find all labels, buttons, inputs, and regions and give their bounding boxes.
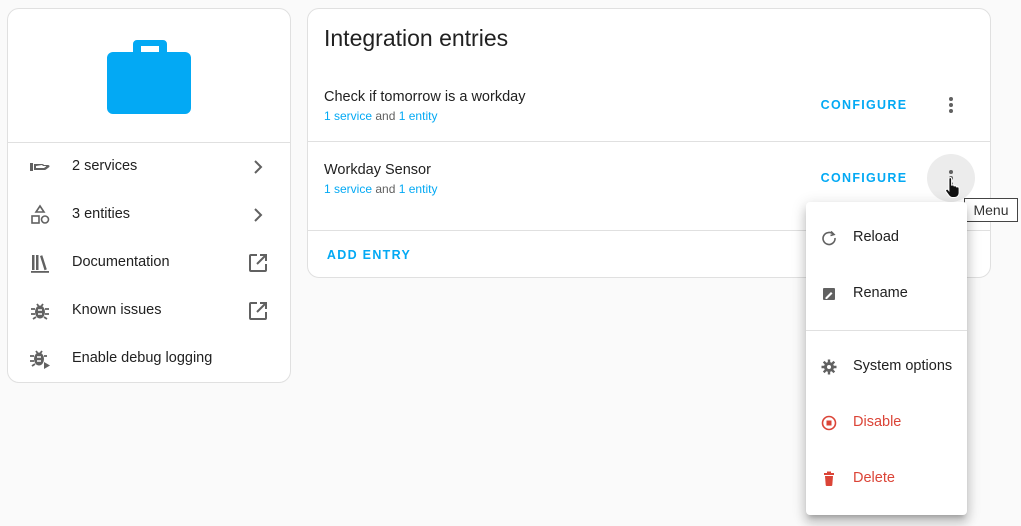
and-text: and — [375, 182, 396, 196]
gear-icon — [820, 358, 838, 376]
integration-info-card: 2 services 3 entities Documentation Know… — [7, 8, 291, 383]
integration-logo — [8, 9, 290, 142]
menu-divider — [806, 330, 967, 331]
entry-meta: 1 service and 1 entity — [324, 109, 437, 123]
known-issues-label: Known issues — [72, 302, 162, 318]
chevron-right-icon — [246, 203, 270, 227]
services-link[interactable]: 2 services — [8, 143, 290, 191]
and-text: and — [375, 109, 396, 123]
menu-tooltip: Menu — [964, 198, 1018, 222]
menu-item-disable[interactable]: Disable — [806, 395, 967, 451]
entry-meta: 1 service and 1 entity — [324, 182, 437, 196]
menu-item-label: Reload — [853, 229, 899, 245]
shapes-icon — [28, 203, 52, 227]
service-link[interactable]: 1 service — [324, 109, 372, 123]
menu-item-label: System options — [853, 358, 953, 374]
menu-item-system-options[interactable]: System options — [806, 339, 967, 395]
entities-link[interactable]: 3 entities — [8, 191, 290, 239]
add-entry-button[interactable]: ADD ENTRY — [324, 237, 414, 273]
bug-play-icon — [28, 347, 52, 371]
entity-link[interactable]: 1 entity — [399, 109, 438, 123]
menu-item-label: Rename — [853, 285, 908, 301]
services-label: 2 services — [72, 158, 138, 174]
entry-divider — [308, 141, 990, 142]
service-link[interactable]: 1 service — [324, 182, 372, 196]
briefcase-icon — [107, 40, 191, 114]
documentation-link[interactable]: Documentation — [8, 239, 290, 287]
bug-icon — [28, 299, 52, 323]
menu-item-label: Delete — [853, 470, 895, 486]
entry-name: Check if tomorrow is a workday — [324, 89, 526, 105]
enable-debug-logging-label: Enable debug logging — [72, 350, 213, 366]
known-issues-link[interactable]: Known issues — [8, 287, 290, 335]
entry-options-menu: Reload Rename System options Disable Del… — [806, 202, 967, 515]
entry-name: Workday Sensor — [324, 162, 431, 178]
service-hand-icon — [28, 155, 52, 179]
enable-debug-logging-button[interactable]: Enable debug logging — [8, 335, 290, 383]
bookshelf-icon — [28, 251, 52, 275]
reload-icon — [820, 229, 838, 247]
menu-item-delete[interactable]: Delete — [806, 451, 967, 507]
stop-circle-icon — [820, 414, 838, 432]
menu-item-rename[interactable]: Rename — [806, 266, 967, 322]
menu-item-reload[interactable]: Reload — [806, 210, 967, 266]
configure-button[interactable]: CONFIGURE — [814, 160, 914, 196]
open-in-new-icon — [246, 299, 270, 323]
documentation-label: Documentation — [72, 254, 170, 270]
chevron-right-icon — [246, 155, 270, 179]
card-title: Integration entries — [324, 25, 509, 51]
rename-icon — [820, 285, 838, 303]
configure-button[interactable]: CONFIGURE — [814, 87, 914, 123]
dots-vertical-icon — [949, 97, 953, 113]
entity-link[interactable]: 1 entity — [399, 182, 438, 196]
overflow-menu-button[interactable] — [927, 81, 975, 129]
entry-row: Check if tomorrow is a workday 1 service… — [308, 81, 990, 143]
open-in-new-icon — [246, 251, 270, 275]
trash-icon — [820, 470, 838, 488]
hand-cursor-icon — [945, 177, 960, 198]
entities-label: 3 entities — [72, 206, 131, 222]
menu-item-label: Disable — [853, 414, 902, 430]
